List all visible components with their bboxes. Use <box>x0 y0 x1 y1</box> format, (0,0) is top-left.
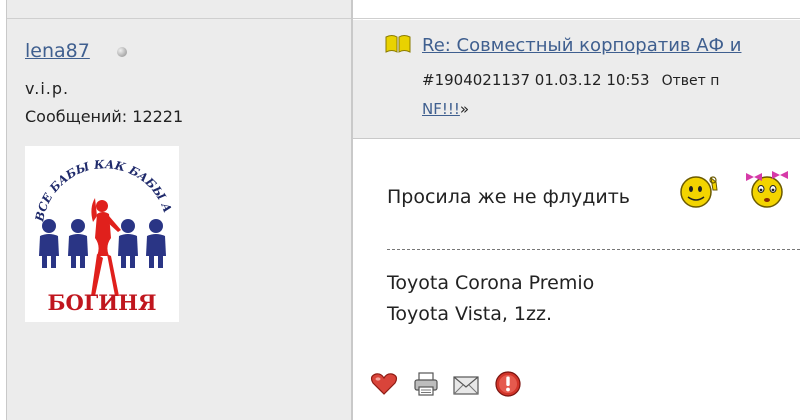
smiley-girl-icon <box>746 171 788 208</box>
user-post-count: Сообщений: 12221 <box>25 107 184 126</box>
envelope-icon[interactable] <box>452 370 480 398</box>
signature-line: Toyota Corona Premio <box>387 272 595 294</box>
smiley-ok-icon <box>680 176 718 208</box>
post-title-link[interactable]: Re: Совместный корпоратив АФ и <box>422 35 741 56</box>
sidebar-top-divider <box>7 18 351 19</box>
avatar-arc-text: ВСЕ БАБЫ КАК БАБЫ А Я <box>19 135 176 224</box>
reference-suffix: » <box>459 100 470 118</box>
signature-separator <box>387 249 800 250</box>
signature-line: Toyota Vista, 1zz. <box>387 303 553 325</box>
avatar-caption: БОГИНЯ <box>48 290 157 315</box>
print-icon[interactable] <box>412 370 440 398</box>
user-rank: v.i.p. <box>25 79 70 98</box>
post-reference: NF!!!» <box>422 100 469 118</box>
open-book-icon <box>385 35 411 53</box>
avatar-goddess-figure <box>91 198 121 296</box>
post-header-divider <box>353 138 800 139</box>
status-dot-icon <box>117 47 127 57</box>
post-id-date: #1904021137 01.03.12 10:53 <box>422 71 650 89</box>
post-message: Просила же не флудить <box>387 186 630 208</box>
avatar[interactable]: ВСЕ БАБЫ КАК БАБЫ А Я <box>19 135 179 322</box>
reference-link[interactable]: NF!!! <box>422 100 460 118</box>
heart-icon[interactable] <box>370 370 398 398</box>
post-meta: #1904021137 01.03.12 10:53 Ответ п <box>422 71 719 89</box>
header-top-divider <box>353 18 800 19</box>
svg-text:ВСЕ БАБЫ КАК БАБЫ А Я: ВСЕ БАБЫ КАК БАБЫ А Я <box>25 146 176 224</box>
username-link[interactable]: lena87 <box>25 40 90 62</box>
reply-to-label: Ответ п <box>661 73 720 89</box>
warning-icon[interactable] <box>494 370 522 398</box>
